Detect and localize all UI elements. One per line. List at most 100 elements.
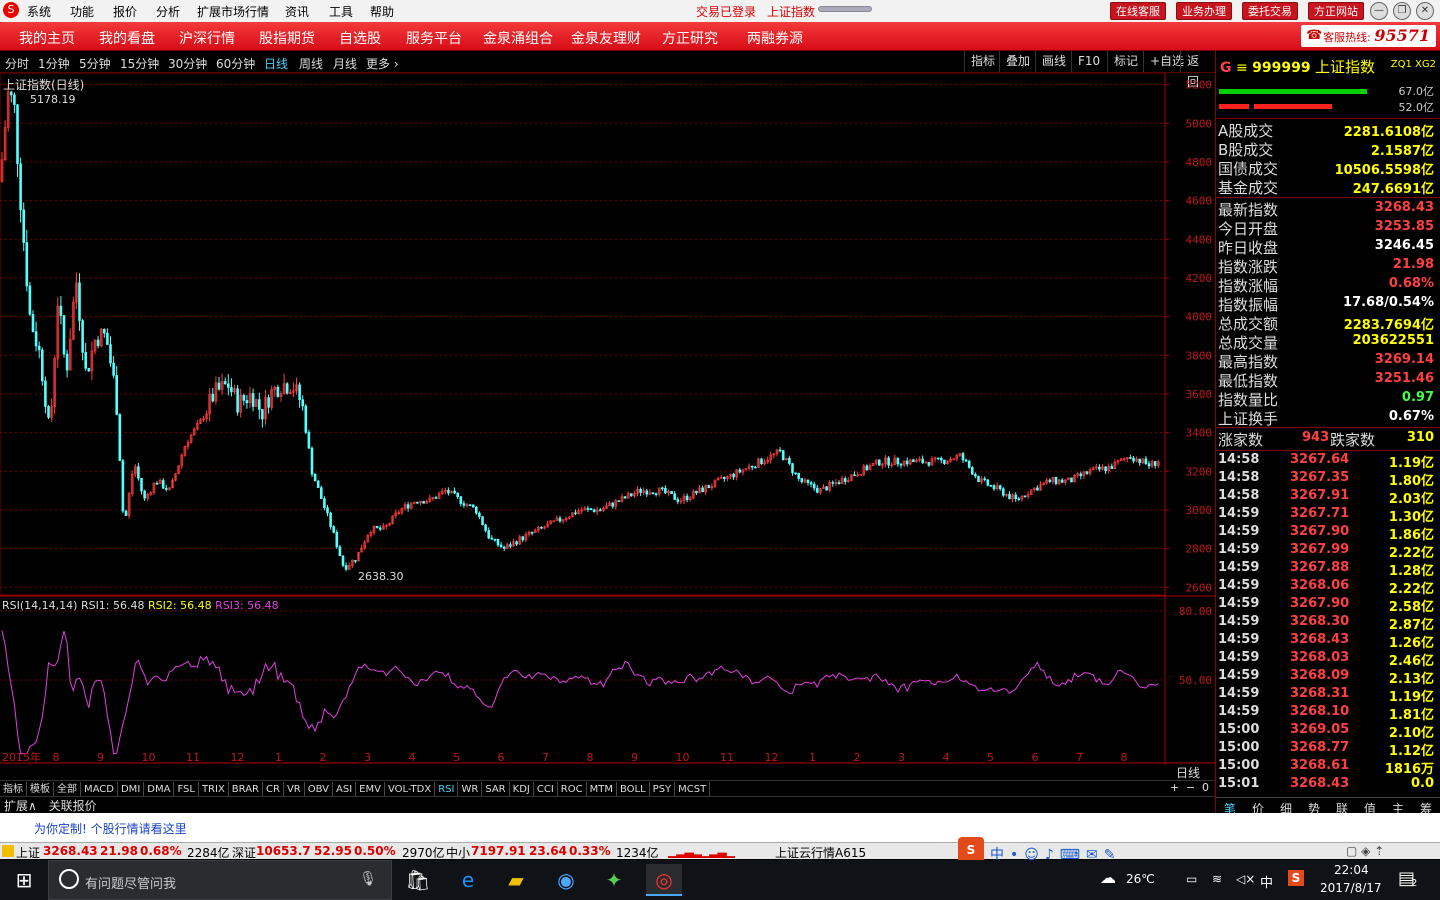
- indicator-tab-emv[interactable]: EMV: [356, 782, 385, 797]
- indicator-tab-kdj[interactable]: KDJ: [510, 782, 534, 797]
- indicator-tab-obv[interactable]: OBV: [305, 782, 333, 797]
- tool-back[interactable]: 返回: [1180, 51, 1215, 89]
- indicator-tab-wr[interactable]: WR: [458, 782, 483, 797]
- kline-chart-svg[interactable]: 5200 5000 4800 4600 4400 4200 4000 3800 3600 3400…: [0, 73, 1215, 765]
- nav-margin[interactable]: 两融券源: [747, 28, 803, 48]
- menu-icon[interactable]: ≡: [1236, 60, 1248, 76]
- period-more[interactable]: 更多 ›: [366, 55, 399, 72]
- nav-home[interactable]: 我的主页: [19, 28, 75, 48]
- indicator-tab-vr[interactable]: VR: [284, 782, 305, 797]
- indicator-tab-brar[interactable]: BRAR: [229, 782, 263, 797]
- explorer-icon[interactable]: ▰: [498, 864, 534, 896]
- indicator-tab-roc[interactable]: ROC: [558, 782, 587, 797]
- indicator-tab-asi[interactable]: ASI: [333, 782, 357, 797]
- menu-extended-market[interactable]: 扩展市场行情: [197, 3, 269, 20]
- period-60min[interactable]: 60分钟: [216, 55, 255, 72]
- battery-icon[interactable]: ▭: [1186, 872, 1197, 886]
- zoom-in-button[interactable]: +: [1170, 781, 1179, 794]
- menu-analysis[interactable]: 分析: [156, 3, 180, 20]
- period-monthly[interactable]: 月线: [333, 55, 357, 72]
- menu-quote[interactable]: 报价: [113, 3, 137, 20]
- indicator-tab-mcst[interactable]: MCST: [675, 782, 711, 797]
- indicator-tab-macd[interactable]: MACD: [81, 782, 118, 797]
- hotline-badge[interactable]: ☎ 客服热线: 95571: [1301, 25, 1436, 47]
- related-quote-button[interactable]: 关联报价: [45, 799, 101, 813]
- restore-icon[interactable]: ❐: [1393, 2, 1411, 20]
- indicator-tab-dma[interactable]: DMA: [144, 782, 175, 797]
- mic-icon[interactable]: 🎙: [359, 871, 377, 887]
- period-weekly[interactable]: 周线: [299, 55, 323, 72]
- menu-system[interactable]: 系统: [27, 3, 51, 20]
- indicator-tab-voltdx[interactable]: VOL-TDX: [385, 782, 436, 797]
- nav-service[interactable]: 服务平台: [406, 28, 462, 48]
- nav-watch[interactable]: 我的看盘: [99, 28, 155, 48]
- indicator-tab-fsl[interactable]: FSL: [174, 782, 199, 797]
- period-30min[interactable]: 30分钟: [168, 55, 207, 72]
- indicator-tab-[interactable]: 全部: [54, 782, 81, 797]
- menu-function[interactable]: 功能: [70, 3, 94, 20]
- tool-overlay[interactable]: 叠加: [999, 51, 1036, 72]
- indicator-tab-trix[interactable]: TRIX: [199, 782, 229, 797]
- website-button[interactable]: 方正网站: [1308, 2, 1364, 20]
- store-icon[interactable]: 🛍: [400, 864, 436, 896]
- trade-button[interactable]: 委托交易: [1242, 2, 1298, 20]
- online-service-button[interactable]: 在线客服: [1110, 2, 1166, 20]
- business-button[interactable]: 业务办理: [1176, 2, 1232, 20]
- nav-market[interactable]: 沪深行情: [179, 28, 235, 48]
- period-1min[interactable]: 1分钟: [38, 55, 70, 72]
- nav-portfolio[interactable]: 金泉涌组合: [483, 28, 553, 48]
- app-icon[interactable]: ✦: [596, 864, 632, 896]
- ime-indicator[interactable]: 中: [1260, 872, 1273, 891]
- tool-draw[interactable]: 画线: [1035, 51, 1072, 72]
- nav-research[interactable]: 方正研究: [662, 28, 718, 48]
- period-daily[interactable]: 日线: [264, 55, 288, 72]
- windows-start-icon[interactable]: ⊞: [6, 864, 42, 896]
- expand-button[interactable]: 扩展∧: [0, 799, 41, 813]
- indicator-tab-[interactable]: 指标: [0, 782, 27, 797]
- menu-tools[interactable]: 工具: [329, 3, 353, 20]
- indicator-tab-sar[interactable]: SAR: [482, 782, 510, 797]
- sogou-tray-icon[interactable]: S: [1288, 870, 1304, 886]
- sz-label[interactable]: 深证: [232, 844, 256, 861]
- indicator-tab-boll[interactable]: BOLL: [617, 782, 650, 797]
- nav-futures[interactable]: 股指期货: [259, 28, 315, 48]
- weather-temp[interactable]: 26℃: [1126, 872, 1155, 886]
- period-15min[interactable]: 15分钟: [120, 55, 159, 72]
- status-icons[interactable]: ▢ ◈ ⇡: [1346, 844, 1384, 858]
- tool-indicator[interactable]: 指标: [964, 51, 1001, 72]
- taskbar-search[interactable]: 有问题尽管问我 🎙: [48, 860, 392, 900]
- founder-app-icon[interactable]: ◎: [646, 864, 682, 896]
- edge-icon[interactable]: e: [450, 864, 486, 896]
- zx-label[interactable]: 中小: [446, 844, 470, 861]
- indicator-tab-cci[interactable]: CCI: [534, 782, 558, 797]
- login-status[interactable]: 交易已登录: [696, 3, 756, 20]
- indicator-tab-rsi[interactable]: RSI: [435, 782, 459, 797]
- tool-f10[interactable]: F10: [1071, 51, 1106, 72]
- tool-mark[interactable]: 标记: [1107, 51, 1144, 72]
- period-5min[interactable]: 5分钟: [79, 55, 111, 72]
- indicator-tab-[interactable]: 模板: [27, 782, 54, 797]
- clock-date[interactable]: 2017/8/17: [1320, 881, 1382, 895]
- nav-wealth[interactable]: 金泉友理财: [571, 28, 641, 48]
- kline-chart-area[interactable]: 5200 5000 4800 4600 4400 4200 4000 3800 3600 3400…: [0, 73, 1215, 780]
- weather-icon[interactable]: ☁: [1100, 868, 1116, 887]
- indicator-tab-dmi[interactable]: DMI: [118, 782, 145, 797]
- title-slider[interactable]: [818, 6, 872, 12]
- zoom-out-button[interactable]: −: [1186, 781, 1195, 794]
- period-timeshare[interactable]: 分时: [5, 55, 29, 72]
- minimize-icon[interactable]: —: [1370, 2, 1388, 20]
- indicator-tab-cr[interactable]: CR: [263, 782, 284, 797]
- indicator-tab-mtm[interactable]: MTM: [587, 782, 617, 797]
- wifi-icon[interactable]: ≋: [1212, 872, 1222, 886]
- zoom-reset-button[interactable]: 0: [1202, 781, 1209, 794]
- custom-link[interactable]: 为你定制! 个股行情请看这里: [34, 820, 187, 837]
- clock-time[interactable]: 22:04: [1334, 863, 1369, 877]
- volume-icon[interactable]: ◁×: [1236, 872, 1255, 886]
- menu-news[interactable]: 资讯: [285, 3, 309, 20]
- nav-watchlist[interactable]: 自选股: [339, 28, 381, 48]
- sh-label[interactable]: 上证: [16, 844, 40, 861]
- ie-icon[interactable]: ◉: [548, 864, 584, 896]
- close-icon[interactable]: ✕: [1416, 2, 1434, 20]
- cloud-quote[interactable]: 上证云行情A615: [775, 844, 866, 861]
- indicator-tab-psy[interactable]: PSY: [650, 782, 676, 797]
